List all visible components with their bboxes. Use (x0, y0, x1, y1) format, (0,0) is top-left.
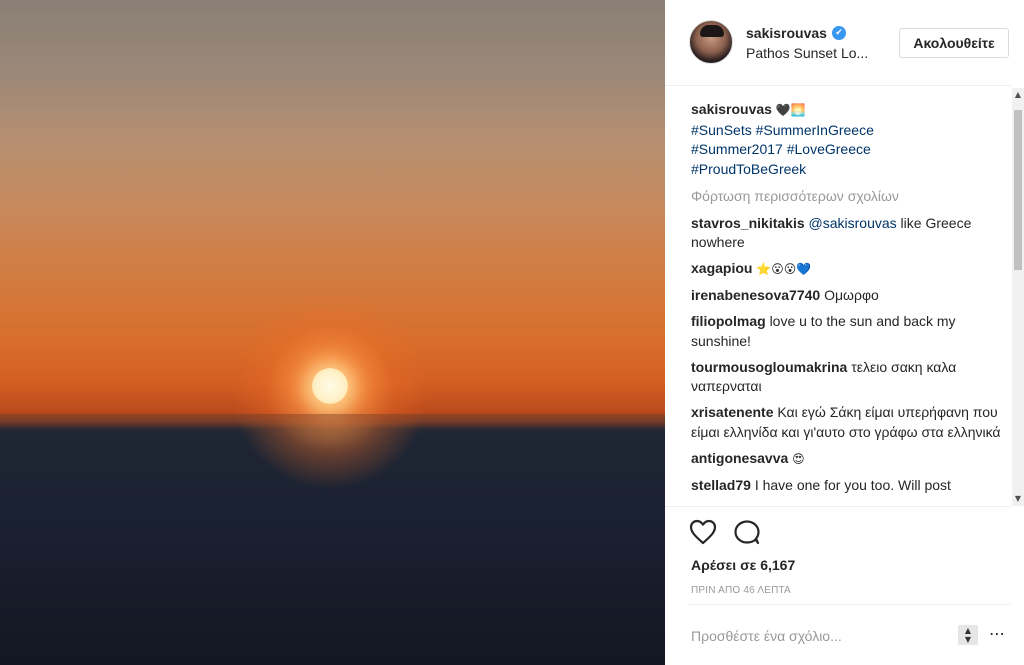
stepper-up-icon[interactable]: ▲ (958, 626, 978, 635)
sea-horizon (0, 414, 665, 434)
comment-bubble-icon[interactable] (733, 519, 761, 545)
comment-text: Ομωρφο (824, 287, 879, 303)
comment-input[interactable] (691, 625, 946, 647)
load-more-comments-link[interactable]: Φόρτωση περισσότερων σχολίων (691, 187, 1007, 207)
comment-username[interactable]: tourmousogloumakrina (691, 359, 847, 375)
comment-username[interactable]: filiopolmag (691, 313, 766, 329)
stepper-down-icon[interactable]: ▼ (958, 635, 978, 644)
comments-scrollbar[interactable]: ▲ ▼ (1012, 88, 1024, 506)
comments-list[interactable]: sakisrouvas 🖤🌅 #SunSets #SummerInGreece … (691, 100, 1007, 506)
following-button[interactable]: Ακολουθείτε (899, 28, 1009, 58)
comment-item: stavros_nikitakis @sakisrouvas like Gree… (691, 214, 1007, 253)
comment-item: filiopolmag love u to the sun and back m… (691, 312, 1007, 351)
comment-username[interactable]: stavros_nikitakis (691, 215, 805, 231)
comment-text: ⭐😮😮💙 (756, 262, 812, 276)
comment-username[interactable]: xagapiou (691, 260, 752, 276)
comment-item: tourmousogloumakrina τελειο σακη καλα να… (691, 358, 1007, 397)
verified-badge-icon: ✔ (832, 26, 846, 40)
hashtag-link[interactable]: #ProudToBeGreek (691, 161, 806, 177)
comment-username[interactable]: xrisatenente (691, 404, 773, 420)
comment-mention[interactable]: @sakisrouvas (809, 215, 897, 231)
caption-username[interactable]: sakisrouvas (691, 101, 772, 117)
caption: sakisrouvas 🖤🌅 #SunSets #SummerInGreece … (691, 100, 1007, 179)
comment-item: antigonesavva 😍 (691, 449, 1007, 470)
comment-username[interactable]: irenabenesova7740 (691, 287, 820, 303)
hashtag-link[interactable]: #SummerInGreece (756, 122, 874, 138)
caption-emojis: 🖤🌅 (775, 103, 806, 117)
post-photo (0, 0, 665, 665)
post-location[interactable]: Pathos Sunset Lo... (746, 45, 868, 61)
likes-count[interactable]: Αρέσει σε 6,167 (691, 557, 795, 573)
sun (312, 368, 348, 404)
comment-item: xrisatenente Και εγώ Σάκη είμαι υπερήφαν… (691, 403, 1007, 442)
post-username[interactable]: sakisrouvas (746, 25, 827, 41)
comment-username[interactable]: antigonesavva (691, 450, 788, 466)
avatar[interactable] (689, 20, 733, 64)
scroll-up-arrow-icon[interactable]: ▲ (1012, 88, 1024, 102)
comment-item: xagapiou ⭐😮😮💙 (691, 259, 1007, 280)
hashtag-link[interactable]: #SunSets (691, 122, 752, 138)
heart-icon[interactable] (689, 519, 717, 545)
comment-item: irenabenesova7740 Ομωρφο (691, 286, 1007, 306)
hashtag-link[interactable]: #Summer2017 (691, 141, 783, 157)
scrollbar-thumb[interactable] (1014, 110, 1022, 270)
comment-username[interactable]: stellad79 (691, 477, 751, 493)
comment-item: stellad79 I have one for you too. Will p… (691, 476, 1007, 496)
post-timestamp[interactable]: ΠΡΙΝ ΑΠΟ 46 ΛΕΠΤΑ (691, 585, 791, 596)
comment-text: 😍 (792, 451, 805, 466)
more-options-icon[interactable]: ⋯ (987, 623, 1007, 645)
post-header: sakisrouvas ✔ Pathos Sunset Lo... Ακολου… (665, 0, 1011, 86)
add-comment-section: ▲ ▼ ⋯ (689, 604, 1011, 665)
post-actions: Αρέσει σε 6,167 ΠΡΙΝ ΑΠΟ 46 ΛΕΠΤΑ (665, 506, 1011, 604)
comment-text: I have one for you too. Will post (754, 476, 951, 493)
scroll-down-arrow-icon[interactable]: ▼ (1012, 492, 1024, 506)
comment-stepper[interactable]: ▲ ▼ (958, 625, 978, 645)
hashtag-link[interactable]: #LoveGreece (787, 141, 871, 157)
post-side-panel: sakisrouvas ✔ Pathos Sunset Lo... Ακολου… (665, 0, 1024, 665)
